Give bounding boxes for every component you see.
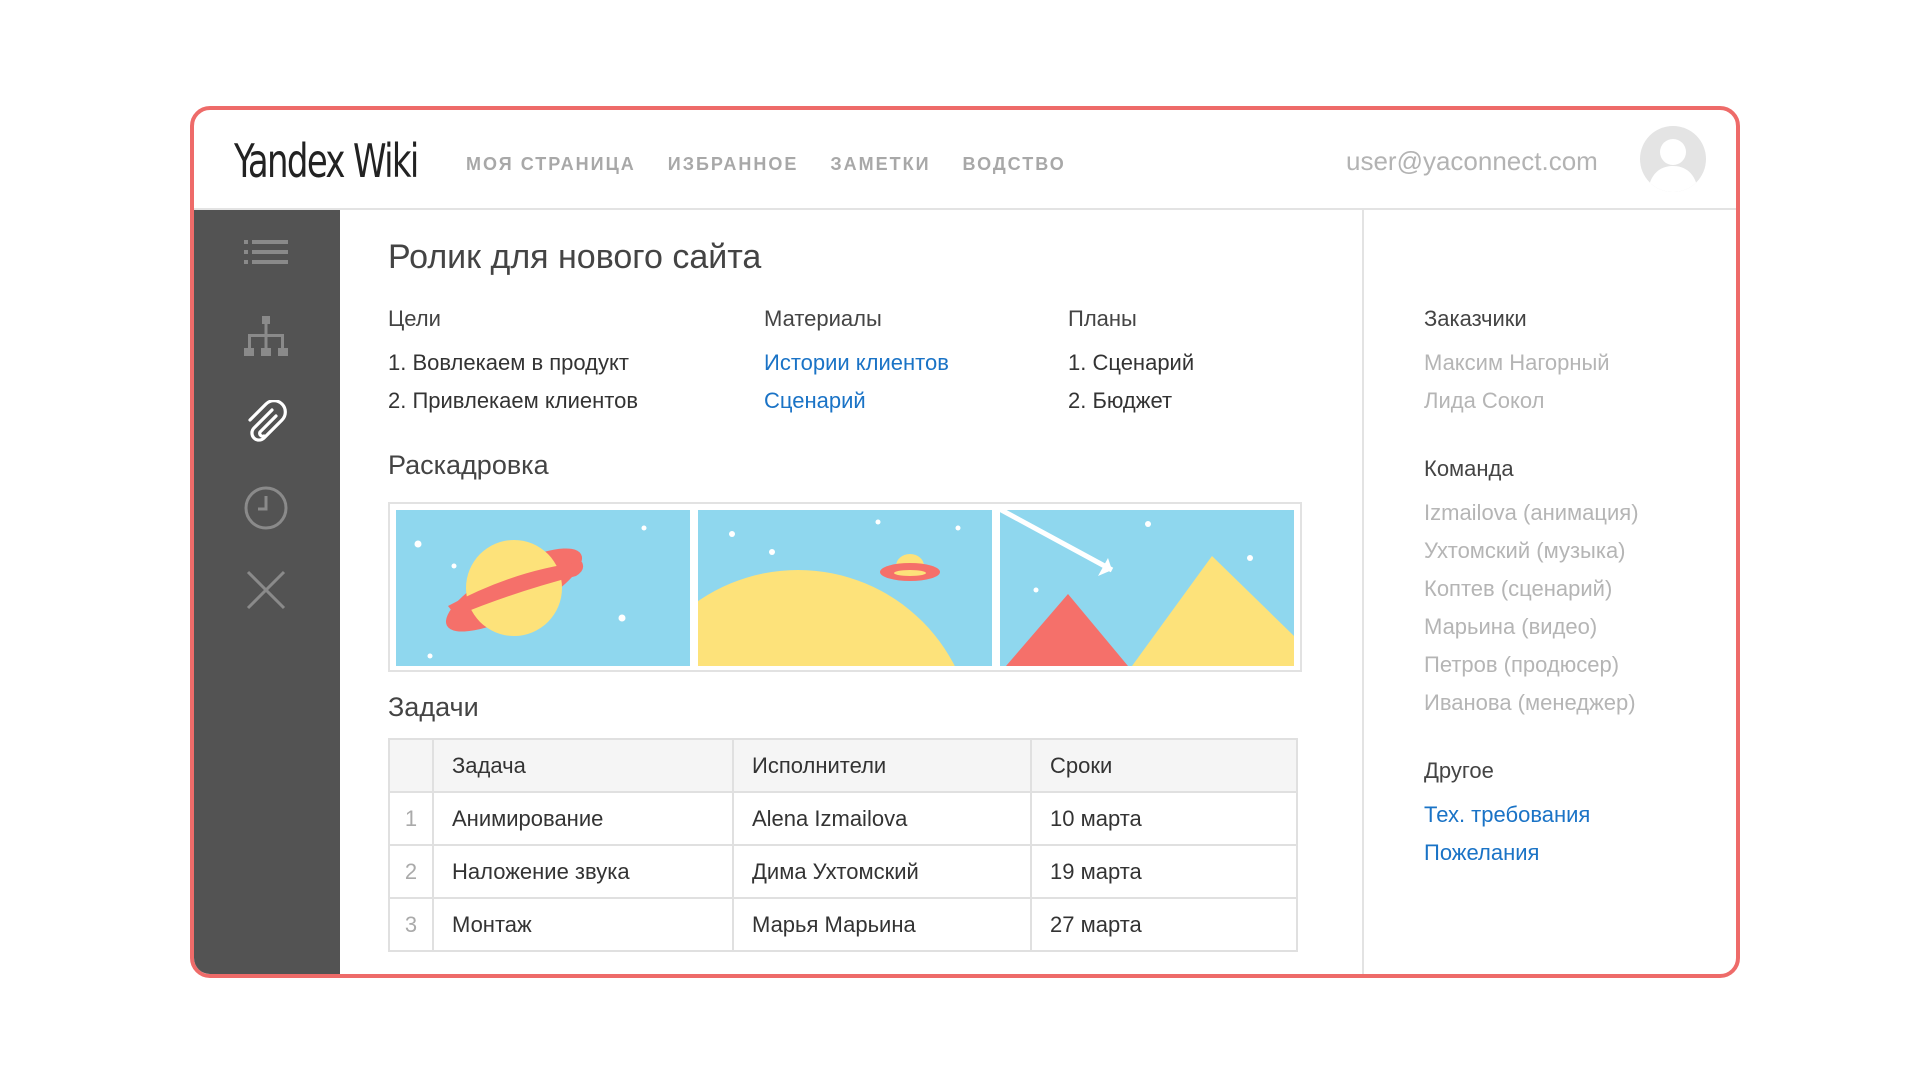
- customer-item[interactable]: Максим Нагорный: [1424, 350, 1610, 376]
- link-tech-requirements[interactable]: Тех. требования: [1424, 802, 1590, 828]
- table-header-task: Задача: [432, 738, 734, 793]
- user-silhouette-icon: [1648, 139, 1698, 192]
- assignee-cell: Дима Ухтомский: [732, 844, 1032, 899]
- assignee-cell: Alena Izmailova: [732, 791, 1032, 846]
- storyboard-frame-ufo[interactable]: [698, 510, 992, 666]
- close-icon[interactable]: [242, 566, 290, 614]
- structure-icon[interactable]: [242, 314, 290, 362]
- team-heading: Команда: [1424, 456, 1514, 481]
- task-cell: Анимирование: [432, 791, 734, 846]
- storyboard-heading: Раскадровка: [388, 450, 549, 480]
- customers-heading: Заказчики: [1424, 306, 1527, 331]
- paperclip-icon[interactable]: [242, 400, 290, 448]
- link-wishes[interactable]: Пожелания: [1424, 840, 1539, 866]
- row-number: 3: [388, 897, 434, 952]
- plans-heading: Планы: [1068, 306, 1137, 331]
- page-title: Ролик для нового сайта: [388, 238, 762, 276]
- storyboard-frame-planet[interactable]: [396, 510, 690, 666]
- logo-sub: Wiki: [352, 134, 419, 188]
- team-member[interactable]: Иванова (менеджер): [1424, 690, 1636, 716]
- goal-item: 1. Вовлекаем в продукт: [388, 350, 629, 375]
- materials-heading: Материалы: [764, 306, 882, 331]
- yandex-wiki-logo[interactable]: Yandex Wiki: [234, 134, 419, 188]
- other-heading: Другое: [1424, 758, 1494, 783]
- table-row[interactable]: 1 Анимирование Alena Izmailova 10 марта: [388, 791, 1298, 846]
- top-header: Yandex Wiki МОЯ СТРАНИЦА ИЗБРАННОЕ ЗАМЕТ…: [194, 110, 1736, 210]
- app-window: Yandex Wiki МОЯ СТРАНИЦА ИЗБРАННОЕ ЗАМЕТ…: [190, 106, 1740, 978]
- team-member[interactable]: Ухтомский (музыка): [1424, 538, 1626, 564]
- storyboard-strip[interactable]: [388, 502, 1302, 672]
- customer-item[interactable]: Лида Сокол: [1424, 388, 1545, 414]
- deadline-cell: 27 марта: [1030, 897, 1298, 952]
- link-client-stories[interactable]: Истории клиентов: [764, 350, 949, 376]
- avatar[interactable]: [1640, 126, 1706, 192]
- deadline-cell: 10 марта: [1030, 791, 1298, 846]
- tasks-heading: Задачи: [388, 692, 479, 722]
- user-email[interactable]: user@yaconnect.com: [1346, 146, 1598, 177]
- deadline-cell: 19 марта: [1030, 844, 1298, 899]
- team-member[interactable]: Izmailova (анимация): [1424, 500, 1639, 526]
- table-header-num: [388, 738, 434, 793]
- top-nav: МОЯ СТРАНИЦА ИЗБРАННОЕ ЗАМЕТКИ ВОДСТВО: [466, 154, 1098, 175]
- logo-main: Yandex: [234, 134, 345, 188]
- clock-icon[interactable]: [242, 484, 290, 532]
- storyboard-frame-mountains[interactable]: [1000, 510, 1294, 666]
- tasks-table: Задача Исполнители Сроки 1 Анимирование …: [388, 738, 1298, 952]
- list-icon[interactable]: [242, 230, 290, 278]
- main-content: Ролик для нового сайта Цели 1. Вовлекаем…: [340, 210, 1362, 974]
- team-member[interactable]: Петров (продюсер): [1424, 652, 1619, 678]
- nav-my-page[interactable]: МОЯ СТРАНИЦА: [466, 154, 636, 175]
- row-number: 1: [388, 791, 434, 846]
- nav-favorites[interactable]: ИЗБРАННОЕ: [668, 154, 799, 175]
- assignee-cell: Марья Марьина: [732, 897, 1032, 952]
- task-cell: Наложение звука: [432, 844, 734, 899]
- team-member[interactable]: Коптев (сценарий): [1424, 576, 1612, 602]
- right-panel: Заказчики Максим Нагорный Лида Сокол Ком…: [1362, 210, 1736, 974]
- nav-notes[interactable]: ЗАМЕТКИ: [830, 154, 930, 175]
- goals-heading: Цели: [388, 306, 441, 331]
- task-cell: Монтаж: [432, 897, 734, 952]
- nav-guide[interactable]: ВОДСТВО: [963, 154, 1066, 175]
- goal-item: 2. Привлекаем клиентов: [388, 388, 639, 413]
- plan-item: 1. Сценарий: [1068, 350, 1195, 375]
- team-member[interactable]: Марьина (видео): [1424, 614, 1597, 640]
- link-script[interactable]: Сценарий: [764, 388, 866, 414]
- table-row[interactable]: 2 Наложение звука Дима Ухтомский 19 март…: [388, 844, 1298, 899]
- sidebar: [194, 210, 340, 974]
- table-row[interactable]: 3 Монтаж Марья Марьина 27 марта: [388, 897, 1298, 952]
- table-header-assignee: Исполнители: [732, 738, 1032, 793]
- row-number: 2: [388, 844, 434, 899]
- table-header-row: Задача Исполнители Сроки: [388, 738, 1298, 793]
- plan-item: 2. Бюджет: [1068, 388, 1173, 413]
- table-header-deadline: Сроки: [1030, 738, 1298, 793]
